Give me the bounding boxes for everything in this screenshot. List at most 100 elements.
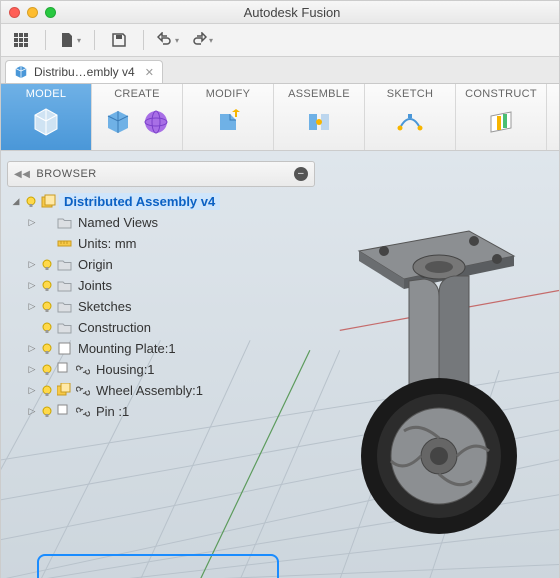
- ribbon-tab-assemble[interactable]: ASSEMBLE: [274, 84, 365, 150]
- link-icon: [76, 363, 90, 377]
- expand-arrow-icon[interactable]: ◢: [11, 197, 21, 207]
- sphere-icon: [140, 106, 172, 138]
- tree-item[interactable]: ▷ Sketches: [7, 296, 315, 317]
- app-window: Autodesk Fusion ▾ ▾ ▾ Distribu…embly v4 …: [0, 0, 560, 578]
- folder-icon: [57, 320, 72, 335]
- bulb-icon[interactable]: [40, 342, 54, 356]
- redo-icon: [191, 32, 207, 48]
- expand-arrow-icon[interactable]: ▷: [27, 281, 37, 291]
- quick-access-toolbar: ▾ ▾ ▾: [1, 24, 559, 57]
- tree-item[interactable]: ▷ Mounting Plate:1: [7, 338, 315, 359]
- expand-arrow-icon[interactable]: [27, 239, 37, 249]
- component-icon: [57, 341, 72, 356]
- document-tab-label: Distribu…embly v4: [34, 65, 135, 79]
- link-icon: [75, 362, 90, 377]
- ribbon-tab-inspect[interactable]: IN: [547, 84, 560, 150]
- folder-icon: [57, 299, 72, 314]
- tree-item[interactable]: ▷ Joints: [7, 275, 315, 296]
- ribbon-tab-sketch[interactable]: SKETCH: [365, 84, 456, 150]
- browser-header[interactable]: ◀◀ BROWSER –: [7, 161, 315, 187]
- grid-icon: [13, 32, 29, 48]
- save-button[interactable]: [105, 28, 133, 52]
- titlebar: Autodesk Fusion: [1, 1, 559, 24]
- expand-arrow-icon[interactable]: ▷: [27, 260, 37, 270]
- ribbon-tab-create[interactable]: CREATE: [92, 84, 183, 150]
- bulb-icon[interactable]: [40, 321, 54, 335]
- folder-icon: [57, 278, 72, 293]
- assembly-icon: [41, 194, 56, 209]
- expand-arrow-icon[interactable]: ▷: [27, 407, 37, 417]
- tree-item[interactable]: ▷ Origin: [7, 254, 315, 275]
- bulb-icon[interactable]: [40, 363, 54, 377]
- tree-item-label: Mounting Plate:1: [75, 340, 179, 357]
- redo-button[interactable]: ▾: [188, 28, 216, 52]
- close-tab-icon[interactable]: ✕: [145, 66, 154, 79]
- expand-arrow-icon[interactable]: ▷: [27, 365, 37, 375]
- ribbon-tab-model[interactable]: MODEL: [1, 84, 92, 150]
- press-pull-icon: [212, 106, 244, 138]
- app-title: Autodesk Fusion: [33, 5, 551, 20]
- tree-item-label: Wheel Assembly:1: [93, 382, 206, 399]
- tree-item[interactable]: Units: mm: [7, 233, 315, 254]
- ribbon-tab-construct[interactable]: CONSTRUCT: [456, 84, 547, 150]
- tree-item[interactable]: ▷ Wheel Assembly:1: [7, 380, 315, 401]
- link-icon: [76, 384, 90, 398]
- data-panel-button[interactable]: [7, 28, 35, 52]
- box-icon: [102, 106, 134, 138]
- cube-icon: [14, 65, 28, 79]
- assembly-link-icon: [57, 383, 72, 398]
- tree-item[interactable]: ▷ Named Views: [7, 212, 315, 233]
- browser-tree: ◢ Distributed Assembly v4 ▷ Named Views Un…: [7, 191, 315, 422]
- bulb-icon[interactable]: [40, 384, 54, 398]
- undo-button[interactable]: ▾: [154, 28, 182, 52]
- link-icon: [75, 404, 90, 419]
- folder-icon: [57, 215, 72, 230]
- model-cube-icon: [30, 106, 62, 138]
- expand-arrow-icon[interactable]: ▷: [27, 302, 37, 312]
- tree-root-label: Distributed Assembly v4: [59, 193, 220, 210]
- tree-item-label: Origin: [75, 256, 116, 273]
- browser-options-icon[interactable]: –: [294, 167, 308, 181]
- expand-arrow-icon[interactable]: ▷: [27, 386, 37, 396]
- bulb-icon[interactable]: [40, 258, 54, 272]
- link-icon: [75, 383, 90, 398]
- document-tabs: Distribu…embly v4 ✕: [1, 57, 559, 84]
- tree-item-label: Construction: [75, 319, 154, 336]
- file-menu-button[interactable]: ▾: [56, 28, 84, 52]
- tree-item[interactable]: Construction: [7, 317, 315, 338]
- bulb-icon[interactable]: [40, 405, 54, 419]
- save-icon: [111, 32, 127, 48]
- component-link-icon: [57, 404, 72, 419]
- tree-item-label: Pin :1: [93, 403, 132, 420]
- ribbon: MODEL CREATE MODIFY ASSEMBLE SKETCH: [1, 84, 559, 151]
- tree-root[interactable]: ◢ Distributed Assembly v4: [7, 191, 315, 212]
- folder-icon: [57, 257, 72, 272]
- ruler-icon: [57, 236, 72, 251]
- joint-icon: [303, 106, 335, 138]
- expand-arrow-icon[interactable]: [27, 323, 37, 333]
- component-link-icon: [57, 362, 72, 377]
- undo-icon: [157, 32, 173, 48]
- viewport[interactable]: ◀◀ BROWSER – ◢ Distributed Assembly v4 ▷…: [1, 151, 559, 578]
- file-icon: [59, 32, 75, 48]
- document-tab[interactable]: Distribu…embly v4 ✕: [5, 60, 163, 83]
- bulb-icon[interactable]: [40, 279, 54, 293]
- tree-item-label: Sketches: [75, 298, 134, 315]
- plane-icon: [485, 106, 517, 138]
- tree-item-label: Joints: [75, 277, 115, 294]
- browser-panel: ◀◀ BROWSER – ◢ Distributed Assembly v4 ▷…: [7, 161, 315, 422]
- tree-item-label: Units: mm: [75, 235, 140, 252]
- browser-title: BROWSER: [36, 168, 96, 180]
- ribbon-tab-modify[interactable]: MODIFY: [183, 84, 274, 150]
- expand-arrow-icon[interactable]: ▷: [27, 344, 37, 354]
- expand-arrow-icon[interactable]: ▷: [27, 218, 37, 228]
- tree-item-label: Named Views: [75, 214, 161, 231]
- tree-item[interactable]: ▷ Pin :1: [7, 401, 315, 422]
- tree-item[interactable]: ▷ Housing:1: [7, 359, 315, 380]
- tree-item-label: Housing:1: [93, 361, 158, 378]
- bulb-icon[interactable]: [40, 300, 54, 314]
- link-icon: [76, 405, 90, 419]
- bulb-icon[interactable]: [24, 195, 38, 209]
- collapse-icon[interactable]: ◀◀: [14, 169, 30, 180]
- close-window-button[interactable]: [9, 7, 20, 18]
